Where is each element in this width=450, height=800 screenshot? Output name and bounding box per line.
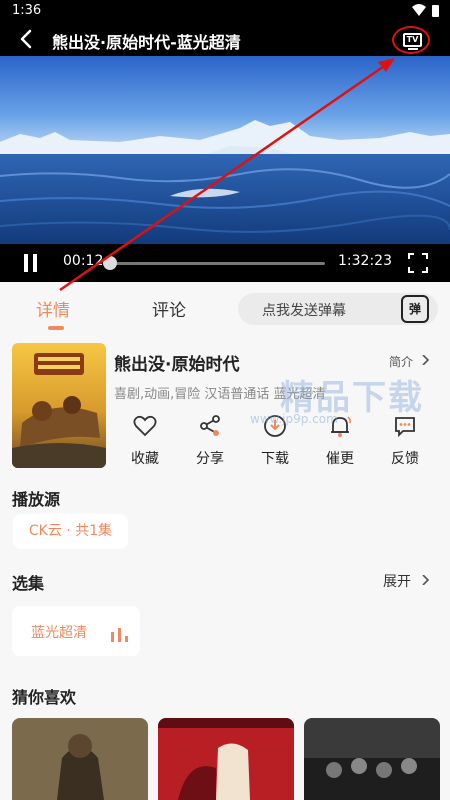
danmaku-placeholder: 点我发送弹幕 bbox=[262, 303, 346, 319]
intro-link[interactable]: 简介 bbox=[389, 353, 413, 370]
movie-poster[interactable] bbox=[12, 343, 106, 468]
tv-cast-button[interactable]: TV bbox=[392, 26, 430, 54]
favorite-label: 收藏 bbox=[131, 451, 159, 467]
progress-bar[interactable] bbox=[103, 256, 325, 270]
episode-label: 蓝光超清 bbox=[31, 625, 87, 641]
tv-stand-icon bbox=[408, 48, 418, 50]
source-heading: 播放源 bbox=[12, 490, 61, 509]
tab-active-indicator bbox=[48, 326, 64, 330]
progress-thumb[interactable] bbox=[103, 256, 118, 270]
recommend-poster bbox=[12, 718, 148, 800]
title-bar: 熊出没·原始时代-蓝光超清 TV bbox=[0, 22, 450, 56]
share-icon bbox=[200, 415, 220, 436]
movie-title: 熊出没·原始时代 bbox=[114, 355, 240, 375]
feedback-label: 反馈 bbox=[391, 451, 419, 467]
recommend-card[interactable] bbox=[304, 718, 440, 800]
recommend-poster bbox=[158, 718, 294, 800]
current-time: 00:12 bbox=[63, 253, 104, 269]
status-bar: 1:36 bbox=[0, 0, 450, 22]
recommend-heading: 猜你喜欢 bbox=[12, 688, 77, 707]
poster-image bbox=[12, 343, 106, 468]
recommend-card[interactable] bbox=[12, 718, 148, 800]
chevron-right-icon[interactable] bbox=[420, 355, 430, 365]
back-arrow-icon[interactable] bbox=[16, 28, 38, 50]
pause-icon[interactable] bbox=[22, 254, 40, 272]
wifi-icon bbox=[412, 4, 426, 16]
tv-icon: TV bbox=[403, 33, 422, 47]
player-controls: 00:12 1:32:23 bbox=[0, 244, 450, 282]
danmaku-icon[interactable]: 弹 bbox=[401, 295, 429, 323]
fullscreen-icon[interactable] bbox=[408, 253, 428, 273]
tab-comments[interactable]: 评论 bbox=[152, 296, 186, 321]
episode-item[interactable]: 蓝光超清 bbox=[12, 606, 140, 656]
video-frame bbox=[0, 56, 450, 246]
danmaku-input[interactable]: 点我发送弹幕 弹 bbox=[238, 293, 438, 325]
share-label: 分享 bbox=[196, 451, 224, 467]
page-title: 熊出没·原始时代-蓝光超清 bbox=[52, 33, 241, 52]
recommend-card[interactable] bbox=[158, 718, 294, 800]
source-chip[interactable]: CK云 · 共1集 bbox=[13, 514, 128, 549]
download-label: 下载 bbox=[261, 451, 289, 467]
urge-update-label: 催更 bbox=[326, 451, 354, 467]
recommend-poster bbox=[304, 718, 440, 800]
total-time: 1:32:23 bbox=[338, 253, 392, 269]
playing-bars-icon bbox=[111, 628, 128, 642]
share-button[interactable]: 分享 bbox=[180, 410, 240, 470]
heart-icon bbox=[133, 415, 157, 437]
battery-icon bbox=[432, 5, 439, 17]
watermark-url: www.jp9p.com bbox=[250, 412, 338, 426]
chevron-right-icon[interactable] bbox=[420, 575, 430, 585]
feedback-button[interactable]: 反馈 bbox=[375, 410, 435, 470]
episodes-heading: 选集 bbox=[12, 574, 45, 593]
status-time: 1:36 bbox=[12, 3, 42, 18]
tab-details[interactable]: 详情 bbox=[36, 296, 70, 321]
expand-link[interactable]: 展开 bbox=[383, 571, 411, 591]
favorite-button[interactable]: 收藏 bbox=[115, 410, 175, 470]
screen: 1:36 熊出没·原始时代-蓝光超清 TV 00:12 1:32:23 详情 评… bbox=[0, 0, 450, 800]
tab-bar: 详情 评论 点我发送弹幕 弹 bbox=[0, 282, 450, 338]
